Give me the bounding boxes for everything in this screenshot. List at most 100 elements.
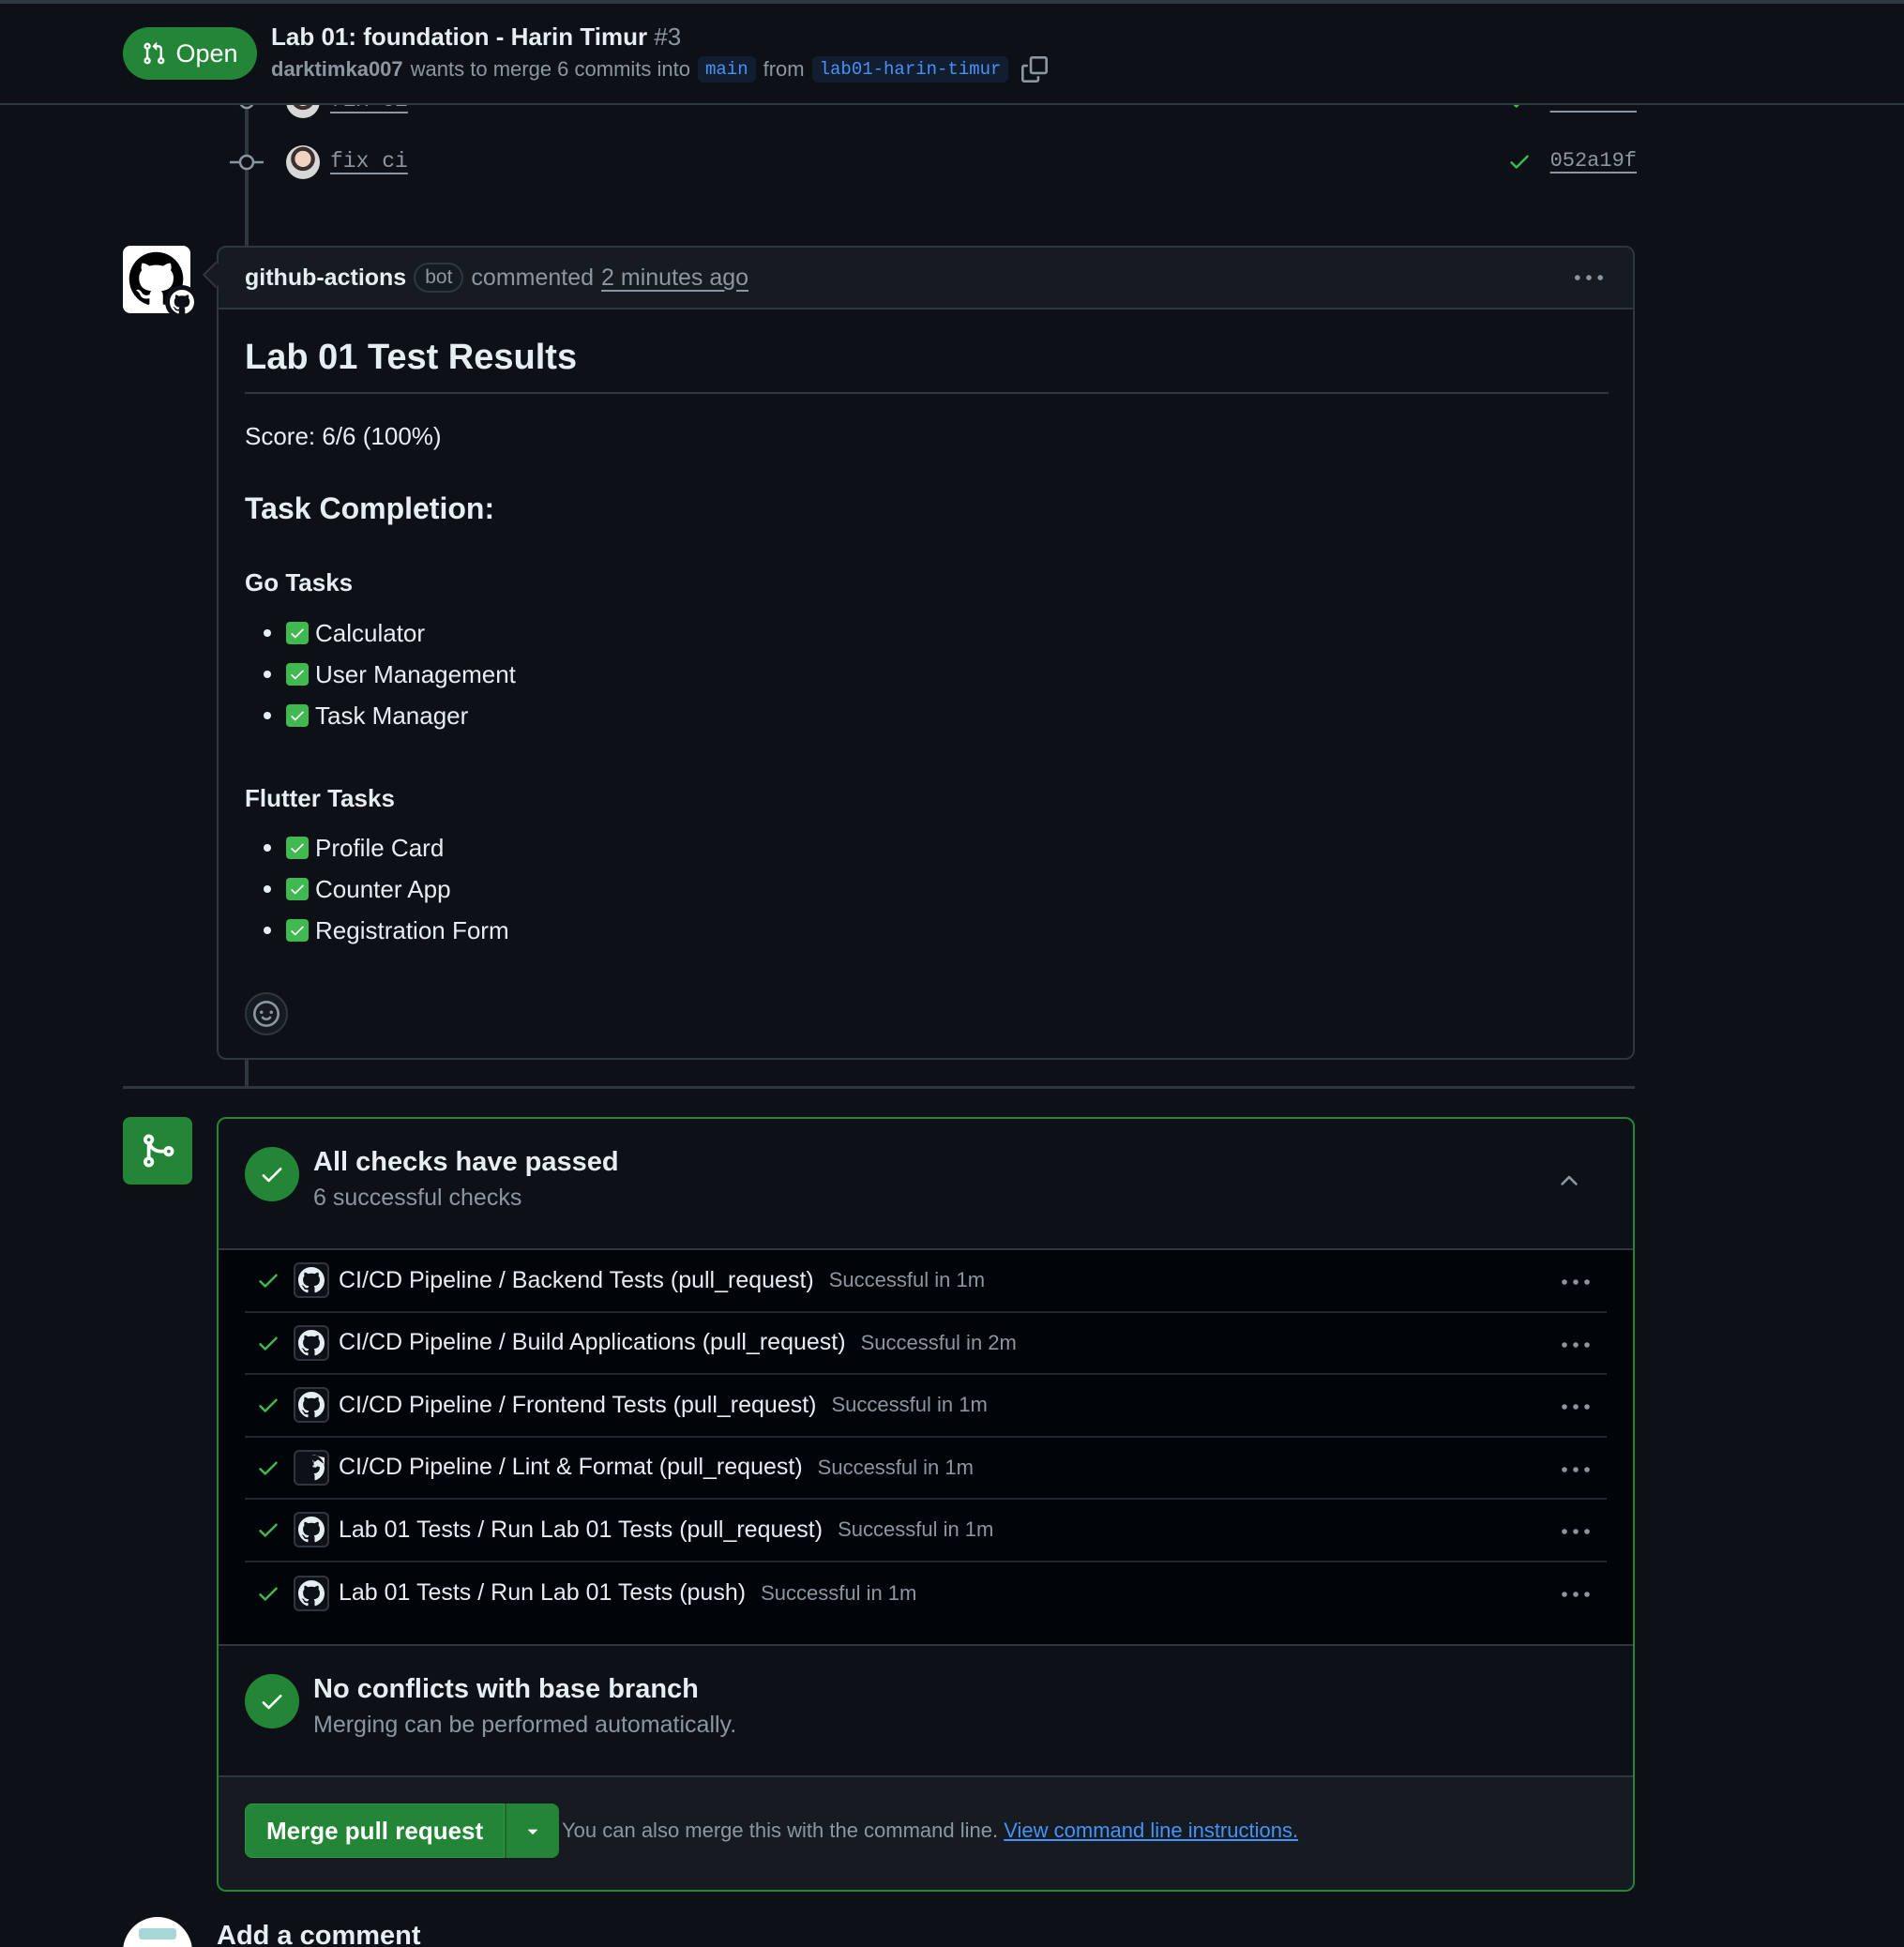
check-status: Successful in 1m xyxy=(838,1517,994,1542)
task-label: Registration Form xyxy=(315,915,509,944)
task-label: Task Manager xyxy=(315,701,469,730)
check-name-link[interactable]: CI/CD Pipeline / Backend Tests (pull_req… xyxy=(339,1267,814,1294)
triangle-down-icon xyxy=(528,1829,538,1834)
checks-summary[interactable]: All checks have passed 6 successful chec… xyxy=(219,1119,1633,1250)
check-icon xyxy=(259,1587,278,1601)
timeline-divider xyxy=(123,1086,1635,1089)
checks-title: All checks have passed xyxy=(313,1147,619,1177)
merge-text: wants to merge 6 commits into xyxy=(410,57,690,81)
results-heading: Lab 01 Test Results xyxy=(245,338,578,377)
pr-title[interactable]: Lab 01: foundation - Harin Timur #3 xyxy=(271,23,681,52)
check-row[interactable]: CI/CD Pipeline / Frontend Tests (pull_re… xyxy=(245,1375,1607,1438)
kebab-horizontal-icon[interactable] xyxy=(1573,264,1605,293)
kebab-horizontal-icon[interactable] xyxy=(1560,1522,1592,1541)
check-mark-icon xyxy=(286,919,309,942)
task-label: Profile Card xyxy=(315,833,445,862)
check-mark-icon xyxy=(286,663,309,686)
commit-message-link[interactable]: fix ci xyxy=(330,149,408,174)
commit-row: fix ci 052a19f xyxy=(230,143,1637,181)
check-row[interactable]: Lab 01 Tests / Run Lab 01 Tests (push) S… xyxy=(245,1562,1607,1625)
task-completion-heading: Task Completion: xyxy=(245,491,495,525)
conflicts-subtitle: Merging can be performed automatically. xyxy=(313,1712,737,1738)
github-actions-app-icon xyxy=(294,1575,329,1611)
github-mark-icon xyxy=(298,1329,325,1356)
check-icon xyxy=(259,1274,278,1288)
bot-label: bot xyxy=(414,263,464,293)
github-mark-icon xyxy=(298,1517,325,1543)
task-label: Counter App xyxy=(315,874,451,903)
conflicts-status: No conflicts with base branch Merging ca… xyxy=(219,1646,1633,1777)
comment-header: github-actions bot commented 2 minutes a… xyxy=(219,248,1633,309)
github-actions-app-icon xyxy=(294,1262,329,1299)
merge-hint: You can also merge this with the command… xyxy=(562,1819,1298,1843)
check-name-link[interactable]: Lab 01 Tests / Run Lab 01 Tests (push) xyxy=(339,1579,746,1607)
list-item: Profile Card xyxy=(264,827,509,868)
comment-action: commented xyxy=(471,264,595,291)
comment-author-link[interactable]: github-actions xyxy=(245,264,406,292)
check-icon xyxy=(259,1398,278,1412)
check-name-link[interactable]: CI/CD Pipeline / Frontend Tests (pull_re… xyxy=(339,1392,817,1419)
bot-badge xyxy=(165,285,199,319)
list-item: Task Manager xyxy=(264,695,516,736)
from-text: from xyxy=(763,57,805,81)
check-row[interactable]: CI/CD Pipeline / Lint & Format (pull_req… xyxy=(245,1438,1607,1500)
copy-icon[interactable] xyxy=(1021,56,1049,83)
check-row[interactable]: Lab 01 Tests / Run Lab 01 Tests (pull_re… xyxy=(245,1500,1607,1562)
list-item: Counter App xyxy=(264,868,509,910)
github-actions-app-icon xyxy=(294,1387,329,1424)
github-mark-icon xyxy=(298,1267,325,1293)
commit-sha-link[interactable]: 052a19f xyxy=(1550,149,1637,173)
github-actions-app-icon xyxy=(294,1449,329,1486)
kebab-horizontal-icon[interactable] xyxy=(1560,1585,1592,1604)
kebab-horizontal-icon[interactable] xyxy=(1560,1273,1592,1291)
pr-number: #3 xyxy=(654,23,682,51)
commit-author-avatar[interactable] xyxy=(286,145,320,179)
go-tasks-heading: Go Tasks xyxy=(245,568,354,596)
conflicts-status-icon xyxy=(245,1674,299,1728)
check-icon[interactable] xyxy=(1507,149,1532,174)
pr-title-text: Lab 01: foundation - Harin Timur xyxy=(271,23,648,51)
checks-list: CI/CD Pipeline / Backend Tests (pull_req… xyxy=(219,1250,1633,1646)
check-mark-icon xyxy=(286,704,309,727)
add-reaction-button[interactable] xyxy=(245,992,288,1035)
go-task-list: Calculator User Management Task Manager xyxy=(264,612,516,736)
pr-author-link[interactable]: darktimka007 xyxy=(271,57,403,82)
check-name-link[interactable]: CI/CD Pipeline / Build Applications (pul… xyxy=(339,1329,846,1356)
check-name-link[interactable]: Lab 01 Tests / Run Lab 01 Tests (pull_re… xyxy=(339,1517,823,1544)
chevron-up-icon[interactable] xyxy=(1556,1168,1582,1194)
task-label: Calculator xyxy=(315,618,426,647)
command-line-instructions-link[interactable]: View command line instructions. xyxy=(1004,1819,1298,1842)
check-status: Successful in 1m xyxy=(831,1393,988,1417)
pr-state-label: Open xyxy=(175,38,238,68)
kebab-horizontal-icon[interactable] xyxy=(1560,1397,1592,1416)
git-commit-icon xyxy=(230,154,264,171)
kebab-horizontal-icon[interactable] xyxy=(1560,1336,1592,1354)
base-branch[interactable]: main xyxy=(698,56,756,83)
check-row[interactable]: CI/CD Pipeline / Backend Tests (pull_req… xyxy=(245,1250,1607,1313)
kebab-horizontal-icon[interactable] xyxy=(1560,1460,1592,1479)
score-text: Score: 6/6 (100%) xyxy=(245,422,442,450)
conflicts-title: No conflicts with base branch xyxy=(313,1674,699,1704)
add-comment-heading: Add a comment xyxy=(217,1921,421,1947)
check-mark-icon xyxy=(286,837,309,859)
check-icon xyxy=(259,1523,278,1537)
check-icon xyxy=(262,1168,282,1183)
comment-timestamp-link[interactable]: 2 minutes ago xyxy=(601,264,748,292)
merge-pull-request-button[interactable]: Merge pull request xyxy=(245,1804,506,1858)
list-item: Registration Form xyxy=(264,910,509,951)
check-name-link[interactable]: CI/CD Pipeline / Lint & Format (pull_req… xyxy=(339,1454,803,1481)
github-mark-icon xyxy=(298,1579,325,1607)
check-row[interactable]: CI/CD Pipeline / Build Applications (pul… xyxy=(245,1313,1607,1375)
github-mark-icon xyxy=(311,1454,325,1481)
checks-status-icon xyxy=(245,1147,299,1201)
check-mark-icon xyxy=(286,622,309,644)
github-mark-icon xyxy=(298,1392,325,1418)
git-pull-request-icon xyxy=(144,41,165,65)
current-user-avatar[interactable] xyxy=(123,1917,192,1947)
timeline-line xyxy=(245,1060,249,1086)
merge-method-dropdown[interactable] xyxy=(505,1804,560,1858)
flutter-task-list: Profile Card Counter App Registration Fo… xyxy=(264,827,509,951)
head-branch[interactable]: lab01-harin-timur xyxy=(811,56,1009,83)
github-mark-icon xyxy=(170,290,194,314)
check-status: Successful in 1m xyxy=(761,1580,917,1605)
